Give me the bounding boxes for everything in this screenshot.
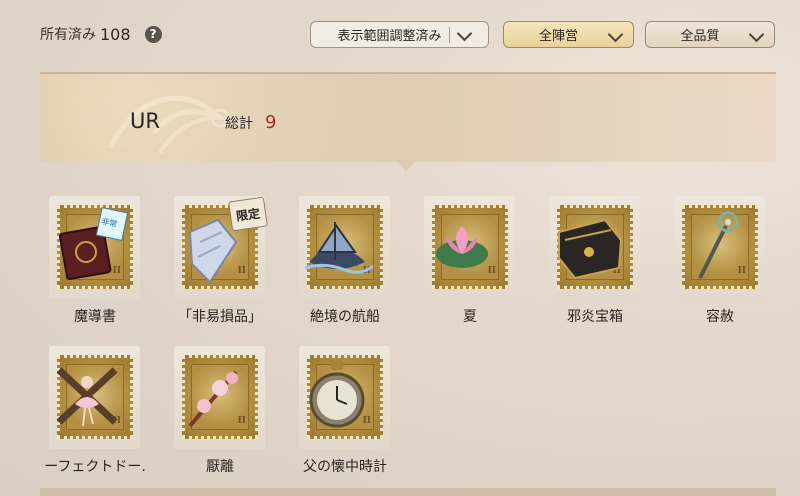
owned-summary: 所有済み 108 ? [40, 24, 162, 44]
item-name: 絶境の航船 [310, 309, 380, 325]
display-range-dropdown[interactable]: 表示範囲調整済み [310, 21, 489, 48]
item-name: ーフェクトドー. [44, 459, 146, 475]
panel-bottom-edge [40, 488, 776, 496]
ballerina-doll-icon [56, 367, 118, 427]
dark-treasure-chest-icon [558, 218, 623, 280]
quality-filter-label: 全品質 [680, 29, 720, 44]
limited-badge: 限定 [228, 196, 268, 232]
grimoire-icon: 非常 [58, 207, 129, 280]
quality-filter-dropdown[interactable]: 全品質 [645, 21, 775, 48]
camp-filter-dropdown[interactable]: 全陣営 [503, 21, 634, 48]
chevron-down-icon [607, 26, 624, 43]
lotus-flower-icon [436, 226, 488, 268]
item-name: 容赦 [706, 309, 734, 325]
ornate-scepter-icon [698, 211, 739, 279]
item-name: 夏 [463, 309, 477, 325]
item-name: 父の懐中時計 [303, 459, 387, 475]
top-bar: 所有済み 108 ? 表示範囲調整済み 全陣営 全品質 [0, 0, 800, 66]
sailing-ship-icon [304, 222, 374, 274]
item-name: 邪炎宝箱 [567, 309, 623, 325]
display-range-label: 表示範囲調整済み [337, 29, 442, 44]
chevron-down-icon [748, 26, 765, 43]
owned-count: 108 [100, 24, 131, 44]
blossom-branch-icon [188, 370, 238, 428]
rarity-title: UR [130, 109, 160, 133]
item-name: 厭離 [206, 459, 234, 475]
camp-filter-label: 全陣営 [538, 29, 578, 44]
help-icon[interactable]: ? [144, 25, 162, 43]
pocket-watch-icon [309, 360, 365, 428]
item-name: 「非易損品」 [178, 309, 262, 325]
owned-label: 所有済み [40, 27, 96, 43]
dropdown-divider [449, 27, 450, 43]
total-count: 9 [265, 112, 277, 133]
item-name: 魔導書 [74, 309, 116, 325]
total-label: 総計 [225, 116, 253, 132]
